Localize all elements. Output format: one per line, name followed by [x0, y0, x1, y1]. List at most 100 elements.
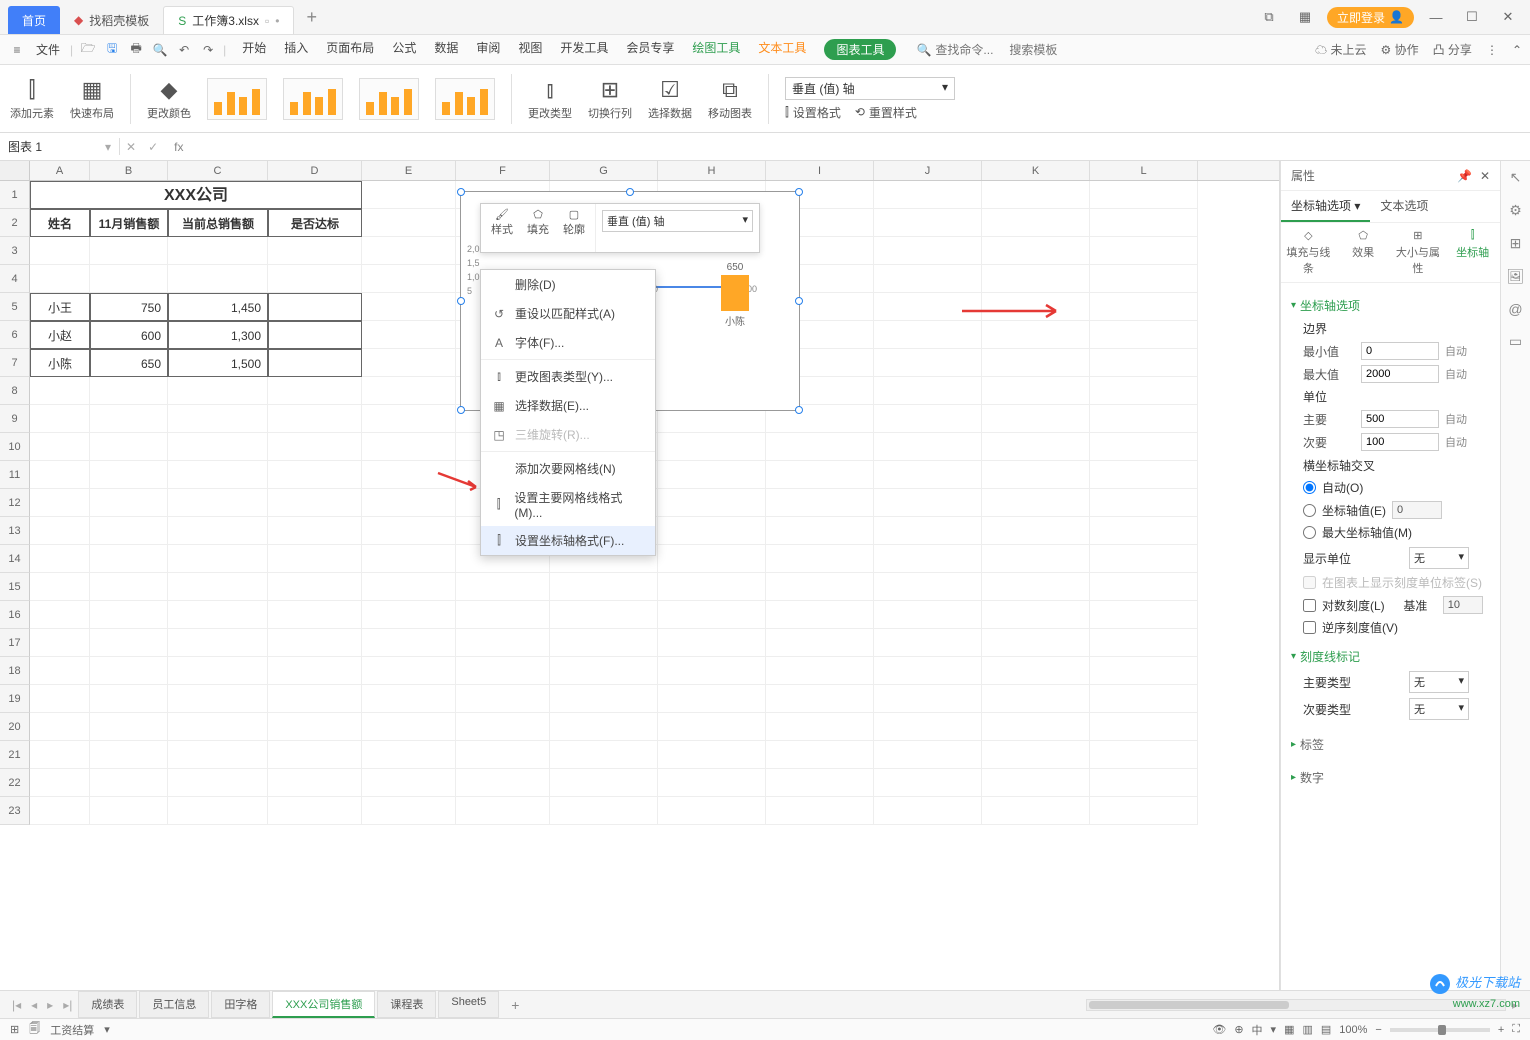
- row-header[interactable]: 5: [0, 293, 30, 321]
- grid-icon[interactable]: ▦: [1291, 9, 1319, 25]
- row-header[interactable]: 2: [0, 209, 30, 237]
- menu-layout[interactable]: 页面布局: [326, 39, 374, 60]
- cell[interactable]: [550, 601, 658, 629]
- minor-type-select[interactable]: 无▾: [1409, 698, 1469, 720]
- cell[interactable]: [874, 265, 982, 293]
- cell[interactable]: [362, 713, 456, 741]
- cell[interactable]: [1090, 433, 1198, 461]
- cell[interactable]: [362, 573, 456, 601]
- cell[interactable]: [1090, 265, 1198, 293]
- cell[interactable]: [362, 293, 456, 321]
- cell[interactable]: [874, 629, 982, 657]
- cell[interactable]: [362, 769, 456, 797]
- cell[interactable]: [1090, 489, 1198, 517]
- cell[interactable]: [168, 713, 268, 741]
- cell[interactable]: [1090, 657, 1198, 685]
- cell[interactable]: [268, 573, 362, 601]
- cell[interactable]: [982, 209, 1090, 237]
- login-button[interactable]: 立即登录 👤: [1327, 7, 1414, 28]
- log-scale-check[interactable]: [1303, 599, 1316, 612]
- cell[interactable]: [1090, 573, 1198, 601]
- row-header[interactable]: 22: [0, 769, 30, 797]
- cell[interactable]: [1090, 545, 1198, 573]
- row-header[interactable]: 16: [0, 601, 30, 629]
- cell[interactable]: [766, 601, 874, 629]
- cell[interactable]: [30, 405, 90, 433]
- menu-text-tools[interactable]: 文本工具: [758, 39, 806, 60]
- sheet-tab[interactable]: Sheet5: [438, 991, 499, 1018]
- cell[interactable]: [766, 797, 874, 825]
- cell[interactable]: [550, 797, 658, 825]
- cell[interactable]: [874, 321, 982, 349]
- cell[interactable]: [90, 517, 168, 545]
- cell[interactable]: [982, 461, 1090, 489]
- cell[interactable]: [456, 797, 550, 825]
- cell[interactable]: [362, 349, 456, 377]
- major-unit-input[interactable]: [1361, 410, 1439, 428]
- cell[interactable]: [982, 321, 1090, 349]
- cell[interactable]: [362, 377, 456, 405]
- cell[interactable]: [1090, 713, 1198, 741]
- cell[interactable]: [658, 769, 766, 797]
- cell[interactable]: [90, 629, 168, 657]
- cell[interactable]: 小赵: [30, 321, 90, 349]
- menu-review[interactable]: 审阅: [476, 39, 500, 60]
- zoom-slider[interactable]: [1390, 1028, 1490, 1032]
- section-tick-marks[interactable]: 刻度线标记: [1291, 648, 1490, 665]
- undo-icon[interactable]: ↶: [175, 43, 193, 57]
- prop-icon-axis[interactable]: ⫿坐标轴: [1445, 223, 1500, 282]
- cell[interactable]: [658, 713, 766, 741]
- cell[interactable]: [874, 377, 982, 405]
- mini-element-select[interactable]: 垂直 (值) 轴▾: [602, 210, 753, 232]
- row-header[interactable]: 12: [0, 489, 30, 517]
- cell[interactable]: [168, 685, 268, 713]
- menu-start[interactable]: 开始: [242, 39, 266, 60]
- context-menu-item[interactable]: ▦选择数据(E)...: [481, 391, 655, 420]
- cell[interactable]: [362, 545, 456, 573]
- tab-templates[interactable]: ◆ 找稻壳模板: [60, 6, 163, 34]
- mini-fill[interactable]: ⬠填充: [527, 208, 549, 248]
- save-icon[interactable]: 🖫: [103, 39, 121, 60]
- cell[interactable]: [90, 489, 168, 517]
- view-normal-icon[interactable]: ▦: [1284, 1023, 1294, 1036]
- search-icon[interactable]: 🔍: [916, 43, 931, 57]
- cell[interactable]: [90, 237, 168, 265]
- cell[interactable]: 当前总销售额: [168, 209, 268, 237]
- cell[interactable]: [268, 265, 362, 293]
- row-header[interactable]: 19: [0, 685, 30, 713]
- context-menu-item[interactable]: ⫾更改图表类型(Y)...: [481, 362, 655, 391]
- cell[interactable]: [362, 209, 456, 237]
- cell[interactable]: [362, 321, 456, 349]
- side-settings-icon[interactable]: ⚙: [1509, 202, 1522, 219]
- menu-dev[interactable]: 开发工具: [560, 39, 608, 60]
- prop-icon-size[interactable]: ⊞大小与属性: [1391, 223, 1446, 282]
- cell[interactable]: [30, 713, 90, 741]
- cell[interactable]: [456, 629, 550, 657]
- row-header[interactable]: 10: [0, 433, 30, 461]
- cell[interactable]: [362, 405, 456, 433]
- row-header[interactable]: 17: [0, 629, 30, 657]
- row-header[interactable]: 8: [0, 377, 30, 405]
- cell[interactable]: [1090, 209, 1198, 237]
- context-menu-item[interactable]: ⫿设置主要网格线格式(M)...: [481, 483, 655, 526]
- cell[interactable]: [658, 461, 766, 489]
- col-header[interactable]: E: [362, 161, 456, 180]
- cell[interactable]: [982, 265, 1090, 293]
- cell[interactable]: [168, 489, 268, 517]
- prop-icon-fill[interactable]: ◇填充与线条: [1281, 223, 1336, 282]
- cell[interactable]: [982, 713, 1090, 741]
- menu-draw-tools[interactable]: 绘图工具: [692, 39, 740, 60]
- cell[interactable]: [766, 433, 874, 461]
- cell[interactable]: [168, 601, 268, 629]
- cell[interactable]: [168, 797, 268, 825]
- cell[interactable]: [30, 741, 90, 769]
- cell[interactable]: [90, 685, 168, 713]
- cell[interactable]: [90, 433, 168, 461]
- col-header[interactable]: K: [982, 161, 1090, 180]
- cell[interactable]: [658, 685, 766, 713]
- status-doc-icon[interactable]: 🗐: [29, 1020, 40, 1039]
- col-header[interactable]: I: [766, 161, 874, 180]
- row-header[interactable]: 15: [0, 573, 30, 601]
- cell[interactable]: [874, 489, 982, 517]
- select-all-corner[interactable]: [0, 161, 30, 180]
